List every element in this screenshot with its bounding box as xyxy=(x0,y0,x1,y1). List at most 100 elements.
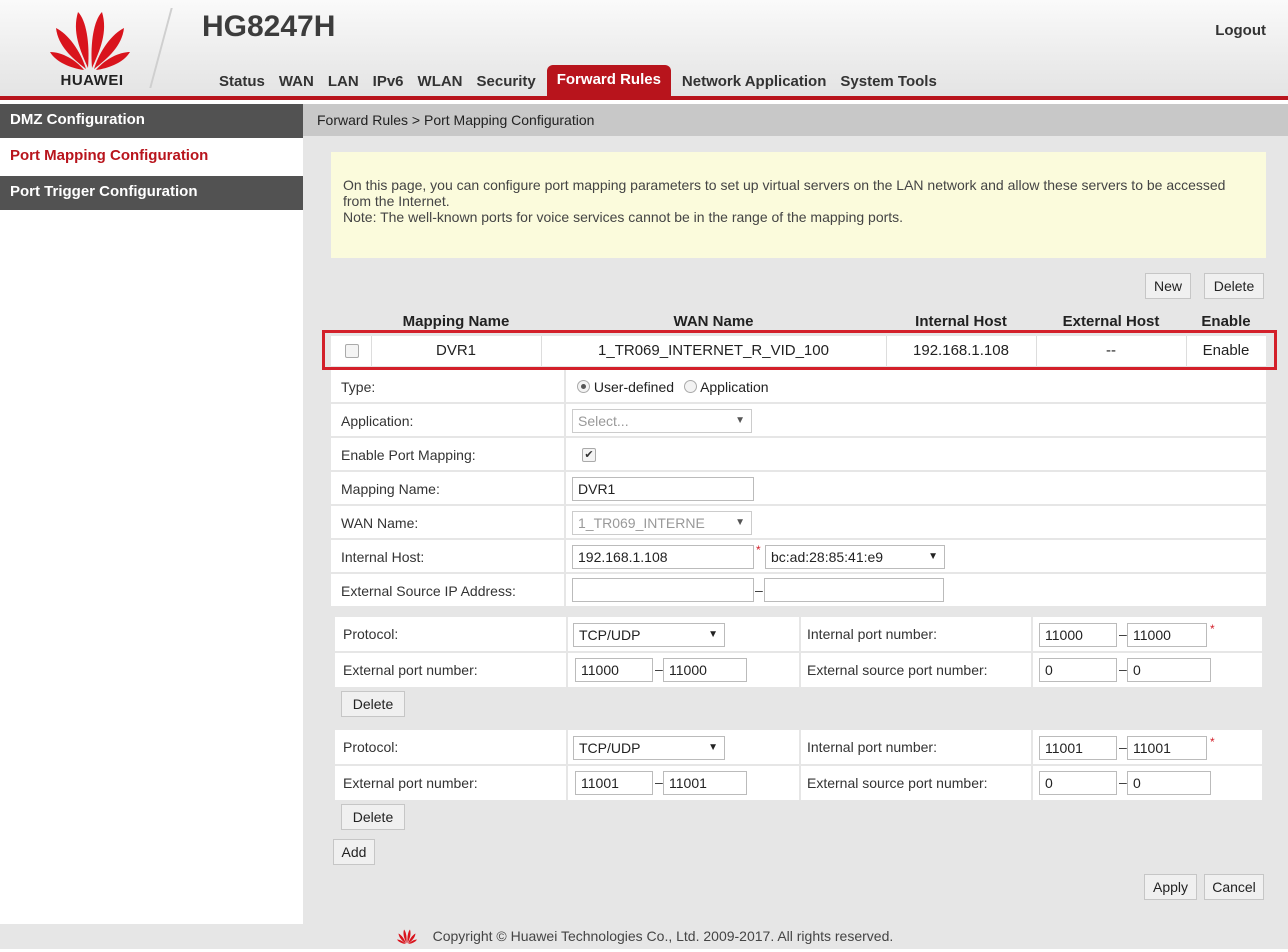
chevron-down-icon: ▼ xyxy=(928,551,938,562)
internal-port-label: Internal port number: xyxy=(807,739,937,755)
ext-src-port-to-input[interactable]: 0 xyxy=(1127,771,1211,795)
external-port-from-input[interactable]: 11000 xyxy=(575,658,653,682)
internal-port-to-input[interactable]: 11001 xyxy=(1127,736,1207,760)
add-button[interactable]: Add xyxy=(333,839,375,865)
range-dash: – xyxy=(755,582,763,598)
internal-host-mac-select[interactable]: bc:ad:28:85:41:e9 ▼ xyxy=(765,545,945,569)
ext-src-ip-row: External Source IP Address: – xyxy=(331,574,1266,608)
highlight-box xyxy=(322,330,1277,370)
protocol-select[interactable]: TCP/UDP ▼ xyxy=(573,736,725,760)
type-radio-group: User-defined Application xyxy=(577,370,769,404)
chevron-down-icon: ▼ xyxy=(735,415,745,426)
nav-wlan[interactable]: WLAN xyxy=(411,73,470,96)
range-dash: – xyxy=(1119,661,1127,677)
port-row-external: External port number: 11000 – 11000 Exte… xyxy=(335,653,1262,687)
mapping-name-row: Mapping Name: DVR1 xyxy=(331,472,1266,506)
nav-ipv6[interactable]: IPv6 xyxy=(366,73,411,96)
cell-divider xyxy=(799,617,801,651)
footer: Copyright © Huawei Technologies Co., Ltd… xyxy=(0,924,1288,949)
nav-forward-rules[interactable]: Forward Rules xyxy=(546,65,671,96)
wan-name-row: WAN Name: 1_TR069_INTERNE ▼ xyxy=(331,506,1266,540)
external-port-to-input[interactable]: 11001 xyxy=(663,771,747,795)
nav-status[interactable]: Status xyxy=(212,73,272,96)
cell-divider xyxy=(566,617,568,651)
nav-lan[interactable]: LAN xyxy=(321,73,366,96)
logout-link[interactable]: Logout xyxy=(1215,22,1266,39)
external-source-port-label: External source port number: xyxy=(807,662,988,678)
cell-divider xyxy=(799,653,801,687)
port-entry-1: Protocol: TCP/UDP ▼ Internal port number… xyxy=(335,612,1262,720)
enable-label: Enable Port Mapping: xyxy=(341,447,476,463)
sidebar-item-dmz[interactable]: DMZ Configuration xyxy=(0,104,303,138)
ext-src-port-from-input[interactable]: 0 xyxy=(1039,771,1117,795)
cell-divider xyxy=(566,766,568,800)
internal-port-from-input[interactable]: 11000 xyxy=(1039,623,1117,647)
huawei-logo-icon xyxy=(50,12,130,70)
radio-user-defined[interactable] xyxy=(577,380,590,393)
notice-text: On this page, you can configure port map… xyxy=(343,177,1226,209)
mapping-name-label: Mapping Name: xyxy=(341,481,440,497)
application-label: Application: xyxy=(341,413,414,429)
cell-divider xyxy=(1031,766,1033,800)
cancel-button[interactable]: Cancel xyxy=(1204,874,1264,900)
nav-security[interactable]: Security xyxy=(470,73,543,96)
port-row-protocol: Protocol: TCP/UDP ▼ Internal port number… xyxy=(335,617,1262,651)
radio-application[interactable] xyxy=(683,380,697,393)
sidebar-item-port-mapping[interactable]: Port Mapping Configuration xyxy=(0,140,303,174)
ext-src-ip-label: External Source IP Address: xyxy=(341,583,516,599)
protocol-label: Protocol: xyxy=(343,626,399,642)
ext-src-ip-to-input[interactable] xyxy=(764,578,944,602)
external-source-port-label: External source port number: xyxy=(807,775,988,791)
internal-host-input[interactable]: 192.168.1.108 xyxy=(572,545,754,569)
ext-src-port-to-input[interactable]: 0 xyxy=(1127,658,1211,682)
sidebar-item-port-trigger[interactable]: Port Trigger Configuration xyxy=(0,176,303,210)
port-row-external: External port number: 11001 – 11001 Exte… xyxy=(335,766,1262,800)
external-port-label: External port number: xyxy=(343,662,478,678)
external-port-from-input[interactable]: 11001 xyxy=(575,771,653,795)
top-nav: Status WAN LAN IPv6 WLAN Security Forwar… xyxy=(212,62,944,96)
ext-src-port-from-input[interactable]: 0 xyxy=(1039,658,1117,682)
device-model: HG8247H xyxy=(202,10,336,43)
external-port-label: External port number: xyxy=(343,775,478,791)
nav-network-application[interactable]: Network Application xyxy=(675,73,833,96)
mac-select-value: bc:ad:28:85:41:e9 xyxy=(771,549,884,565)
cell-divider xyxy=(799,730,801,764)
protocol-select[interactable]: TCP/UDP ▼ xyxy=(573,623,725,647)
range-dash: – xyxy=(1119,626,1127,642)
type-row: Type: User-defined Application xyxy=(331,370,1266,404)
protocol-label: Protocol: xyxy=(343,739,399,755)
ext-src-ip-from-input[interactable] xyxy=(572,578,754,602)
port-delete-button[interactable]: Delete xyxy=(341,804,405,830)
enable-checkbox[interactable]: ✔ xyxy=(582,448,596,462)
protocol-select-value: TCP/UDP xyxy=(579,740,641,756)
range-dash: – xyxy=(1119,739,1127,755)
port-row-protocol: Protocol: TCP/UDP ▼ Internal port number… xyxy=(335,730,1262,764)
port-delete-button[interactable]: Delete xyxy=(341,691,405,717)
mapping-name-input[interactable]: DVR1 xyxy=(572,477,754,501)
header-divider xyxy=(149,8,173,88)
external-port-to-input[interactable]: 11000 xyxy=(663,658,747,682)
protocol-select-value: TCP/UDP xyxy=(579,627,641,643)
cell-divider xyxy=(1031,730,1033,764)
required-icon: * xyxy=(1210,735,1215,749)
breadcrumb: Forward Rules > Port Mapping Configurati… xyxy=(303,104,1288,136)
brand-name: HUAWEI xyxy=(60,72,124,89)
internal-port-to-input[interactable]: 11000 xyxy=(1127,623,1207,647)
delete-button[interactable]: Delete xyxy=(1204,273,1264,299)
chevron-down-icon: ▼ xyxy=(708,629,718,640)
apply-button[interactable]: Apply xyxy=(1144,874,1197,900)
nav-system-tools[interactable]: System Tools xyxy=(833,73,943,96)
radio-application-label[interactable]: Application xyxy=(700,379,769,395)
new-button[interactable]: New xyxy=(1145,273,1191,299)
internal-port-label: Internal port number: xyxy=(807,626,937,642)
range-dash: – xyxy=(655,774,663,790)
range-dash: – xyxy=(1119,774,1127,790)
radio-user-defined-label[interactable]: User-defined xyxy=(594,379,674,395)
cell-divider xyxy=(566,730,568,764)
internal-port-from-input[interactable]: 11001 xyxy=(1039,736,1117,760)
internal-host-label: Internal Host: xyxy=(341,549,425,565)
application-select[interactable]: Select... ▼ xyxy=(572,409,752,433)
huawei-logo: HUAWEI xyxy=(40,4,140,90)
wan-name-select[interactable]: 1_TR069_INTERNE ▼ xyxy=(572,511,752,535)
nav-wan[interactable]: WAN xyxy=(272,73,321,96)
